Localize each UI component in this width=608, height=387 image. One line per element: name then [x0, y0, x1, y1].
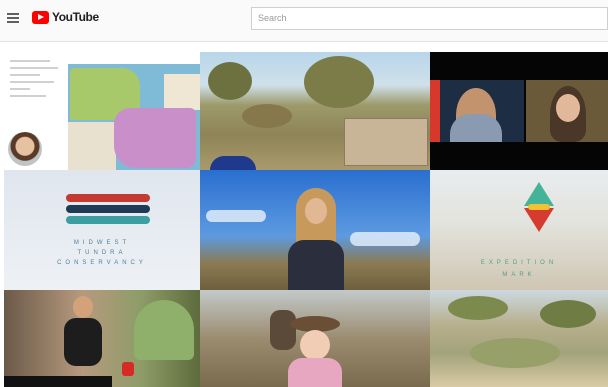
expedition-logo [520, 182, 558, 234]
search-input[interactable]: Search [251, 7, 608, 30]
field-interview-tile[interactable] [200, 290, 430, 387]
yoga-tile[interactable] [4, 290, 200, 387]
logo-caption-2: MARK [502, 272, 536, 278]
map-screenshare-tile[interactable] [4, 52, 200, 170]
logo-caption-3: CONSERVANCY [57, 260, 147, 266]
play-icon [32, 10, 49, 24]
logo-caption-1: MIDWEST [73, 240, 131, 246]
conservancy-logo [66, 194, 150, 224]
video-call-tile[interactable] [430, 52, 608, 170]
youtube-logo[interactable]: YouTube [32, 10, 99, 24]
participant-video-1 [430, 80, 524, 142]
rock-inset-image [344, 118, 428, 166]
sidebar-text-lines [10, 60, 62, 102]
logo-caption-2: TUNDRA [77, 250, 127, 256]
desert-landscape-tile[interactable] [200, 52, 430, 170]
logo-caption-1: EXPEDITION [480, 260, 558, 266]
logo-text: YouTube [52, 10, 99, 24]
expedition-logo-tile[interactable]: EXPEDITION MARK [430, 170, 608, 290]
webcam-avatar [8, 132, 42, 166]
video-grid: MIDWEST TUNDRA CONSERVANCY EXPEDITION MA… [0, 52, 608, 387]
yoga-person [60, 296, 106, 380]
map-image [68, 64, 200, 170]
midwest-tundra-logo-tile[interactable]: MIDWEST TUNDRA CONSERVANCY [4, 170, 200, 290]
presenter-tile[interactable] [200, 170, 430, 290]
search-placeholder: Search [258, 13, 287, 23]
participant-video-2 [526, 80, 608, 142]
red-object [122, 362, 134, 376]
menu-icon[interactable] [7, 13, 19, 23]
top-bar: YouTube Search [0, 0, 608, 42]
interviewee [280, 316, 350, 387]
presenter [288, 188, 344, 290]
hillside-tile[interactable] [430, 290, 608, 387]
